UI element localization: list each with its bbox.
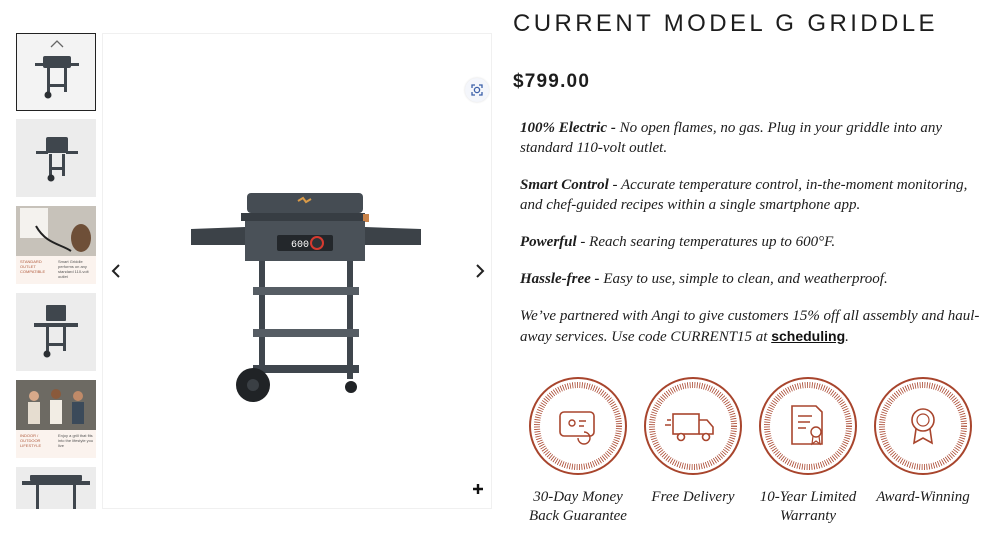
feature-electric: 100% Electric - No open flames, no gas. … — [520, 118, 982, 158]
promo-end: . — [845, 329, 849, 345]
thumbnail-griddle-angle[interactable] — [16, 119, 96, 197]
angi-promo: We’ve partnered with Angi to give custom… — [520, 306, 982, 347]
chevron-up-icon[interactable] — [50, 40, 64, 48]
promo-body: Enjoy a grill that fits into the lifesty… — [58, 433, 94, 448]
chevron-right-icon[interactable] — [473, 262, 487, 280]
zoom-button[interactable] — [465, 78, 489, 102]
feature-powerful: Powerful - Reach searing temperatures up… — [520, 232, 982, 252]
feature-title: Powerful — [520, 234, 577, 250]
feature-title: Hassle-free - — [520, 271, 600, 287]
thumbnail-strip: STANDARD OUTLET COMPATIBLE Smart Griddle… — [16, 33, 96, 509]
chevron-left-icon[interactable] — [109, 262, 123, 280]
promo-text: We’ve partnered with Angi to give custom… — [520, 308, 980, 345]
display-readout: 600 — [291, 240, 309, 251]
product-description: 100% Electric - No open flames, no gas. … — [520, 118, 982, 364]
plus-icon[interactable] — [471, 482, 485, 496]
award-ribbon-icon — [874, 377, 972, 475]
feature-title: Smart Control — [520, 177, 609, 193]
money-back-icon — [529, 377, 627, 475]
thumbnail-promo-people[interactable]: INDOOR / OUTDOOR LIFESTYLE Enjoy a grill… — [16, 380, 96, 458]
griddle-illustration: 600 — [191, 193, 421, 402]
delivery-truck-icon — [644, 377, 742, 475]
main-product-image[interactable]: 600 — [102, 33, 492, 509]
warranty-certificate-icon — [759, 377, 857, 475]
thumbnail-griddle-front[interactable] — [16, 33, 96, 111]
feature-title: 100% Electric - — [520, 120, 616, 136]
promo-caption: STANDARD OUTLET COMPATIBLE — [20, 259, 46, 274]
product-title: CURRENT MODEL G GRIDDLE — [513, 10, 938, 37]
scheduling-link[interactable]: scheduling — [771, 328, 845, 344]
promo-caption: INDOOR / OUTDOOR LIFESTYLE — [20, 433, 42, 448]
thumbnail-griddle-side[interactable] — [16, 467, 96, 509]
thumbnail-promo-outlet[interactable]: STANDARD OUTLET COMPATIBLE Smart Griddle… — [16, 206, 96, 284]
griddle-image — [36, 137, 78, 182]
badge-label-money-back: 30-Day Money Back Guarantee — [529, 489, 627, 524]
people-photo — [16, 380, 96, 430]
griddle-image — [22, 475, 90, 509]
promo-body: Smart Griddle performs on any standard 1… — [58, 259, 89, 279]
thumbnail-griddle-open[interactable] — [16, 293, 96, 371]
outlet-photo — [16, 206, 96, 256]
badge-label-delivery: Free Delivery — [651, 489, 735, 505]
feature-hassle-free: Hassle-free - Easy to use, simple to cle… — [520, 269, 982, 289]
badge-label-award: Award-Winning — [876, 489, 970, 505]
feature-smart-control: Smart Control - Accurate temperature con… — [520, 175, 982, 215]
zoom-icon — [471, 84, 483, 96]
badge-label-warranty: 10-Year Limited Warranty — [759, 489, 857, 524]
griddle-image — [34, 305, 78, 358]
feature-text: - Reach searing temperatures up to 600°F… — [576, 234, 836, 250]
product-price: $799.00 — [513, 71, 591, 92]
feature-text: Easy to use, simple to clean, and weathe… — [599, 271, 888, 287]
